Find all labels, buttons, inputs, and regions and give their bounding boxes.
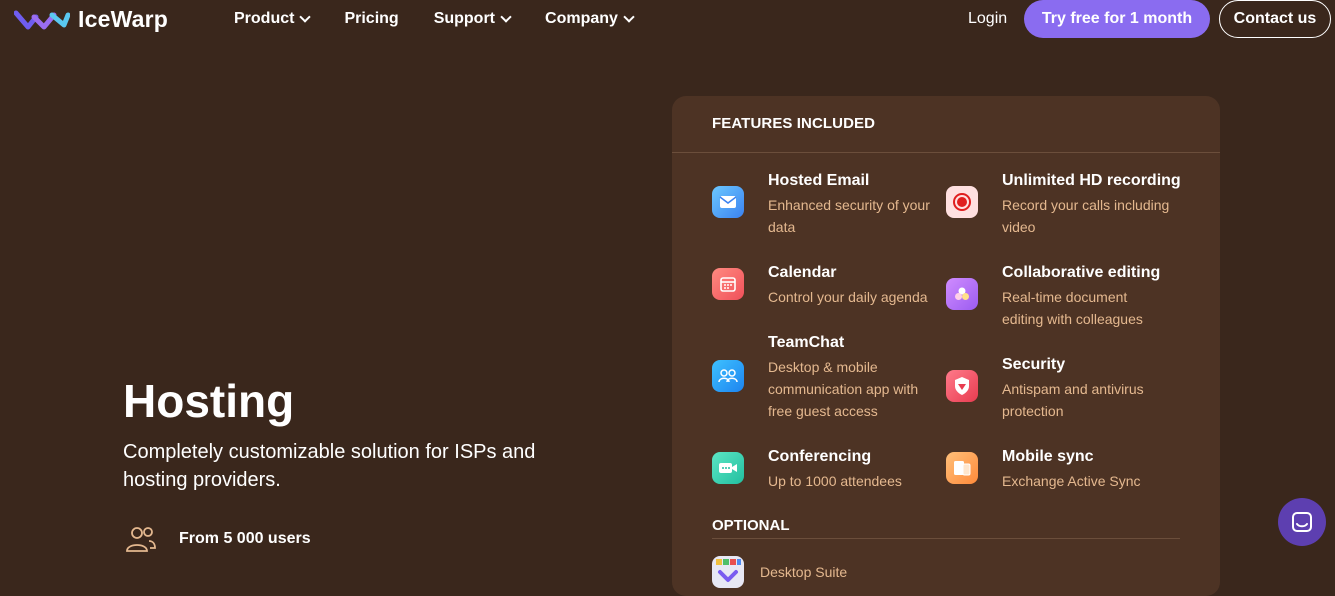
- users-info: From 5 000 users: [125, 525, 311, 553]
- nav-company[interactable]: Company: [545, 9, 635, 29]
- shield-icon: [946, 370, 978, 402]
- mail-icon: [712, 186, 744, 218]
- contact-us-button[interactable]: Contact us: [1219, 0, 1331, 38]
- features-heading: FEATURES INCLUDED: [712, 115, 876, 132]
- optional-item-label: Desktop Suite: [760, 564, 848, 580]
- calendar-icon: [712, 268, 744, 300]
- icewarp-logo-icon: [14, 10, 70, 29]
- chevron-down-icon: [299, 11, 312, 23]
- record-icon: [946, 186, 978, 218]
- divider: [672, 152, 1220, 153]
- hero-subtitle: Completely customizable solution for ISP…: [123, 441, 536, 491]
- chat-widget-button[interactable]: [1278, 498, 1326, 546]
- feature-desc: Up to 1000 attendees: [768, 473, 902, 489]
- video-icon: [712, 452, 744, 484]
- feature-desc: Desktop & mobile communication app with …: [768, 359, 919, 419]
- nav-pricing-label: Pricing: [344, 10, 399, 27]
- optional-item-desktop-suite[interactable]: Desktop Suite: [712, 556, 847, 588]
- features-card: FEATURES INCLUDED Hosted Email Enhanced …: [672, 96, 1220, 596]
- nav-company-label: Company: [545, 10, 618, 27]
- team-icon: [712, 360, 744, 392]
- chevron-down-icon: [623, 11, 635, 23]
- feature-desc: Enhanced security of your data: [768, 197, 930, 235]
- logo[interactable]: IceWarp: [14, 6, 168, 33]
- nav-product-label: Product: [234, 10, 295, 27]
- users-icon: [126, 527, 156, 552]
- feature-title: TeamChat: [768, 334, 845, 351]
- feature-title: Mobile sync: [1002, 448, 1094, 465]
- feature-title: Hosted Email: [768, 172, 870, 189]
- nav-pricing[interactable]: Pricing: [344, 9, 398, 29]
- collab-icon: [946, 278, 978, 310]
- chevron-down-icon: [500, 11, 512, 23]
- feature-title: Calendar: [768, 264, 837, 281]
- optional-heading: OPTIONAL: [712, 517, 790, 534]
- login-link[interactable]: Login: [968, 10, 1007, 28]
- main-nav: Product Pricing Support Company: [234, 9, 668, 29]
- page-title: Hosting: [123, 375, 295, 427]
- feature-title: Collaborative editing: [1002, 264, 1161, 281]
- divider: [712, 538, 1180, 539]
- try-free-button[interactable]: Try free for 1 month: [1024, 0, 1210, 38]
- feature-title: Unlimited HD recording: [1002, 172, 1181, 189]
- nav-support[interactable]: Support: [433, 9, 512, 29]
- users-count-text: From 5 000 users: [179, 530, 311, 547]
- feature-desc: Real-time document editing with colleagu…: [1002, 289, 1143, 327]
- brand-name: IceWarp: [78, 6, 169, 32]
- nav-support-label: Support: [433, 10, 496, 27]
- desktop-suite-icon: [712, 556, 744, 588]
- chat-icon: [1292, 512, 1312, 532]
- feature-desc: Exchange Active Sync: [1002, 473, 1141, 489]
- nav-product[interactable]: Product: [234, 9, 312, 29]
- feature-desc: Record your calls including video: [1002, 197, 1170, 235]
- feature-title: Conferencing: [768, 448, 872, 465]
- devices-icon: [946, 452, 978, 484]
- feature-desc: Control your daily agenda: [768, 289, 928, 305]
- feature-desc: Antispam and antivirus protection: [1002, 381, 1144, 419]
- feature-title: Security: [1002, 356, 1066, 373]
